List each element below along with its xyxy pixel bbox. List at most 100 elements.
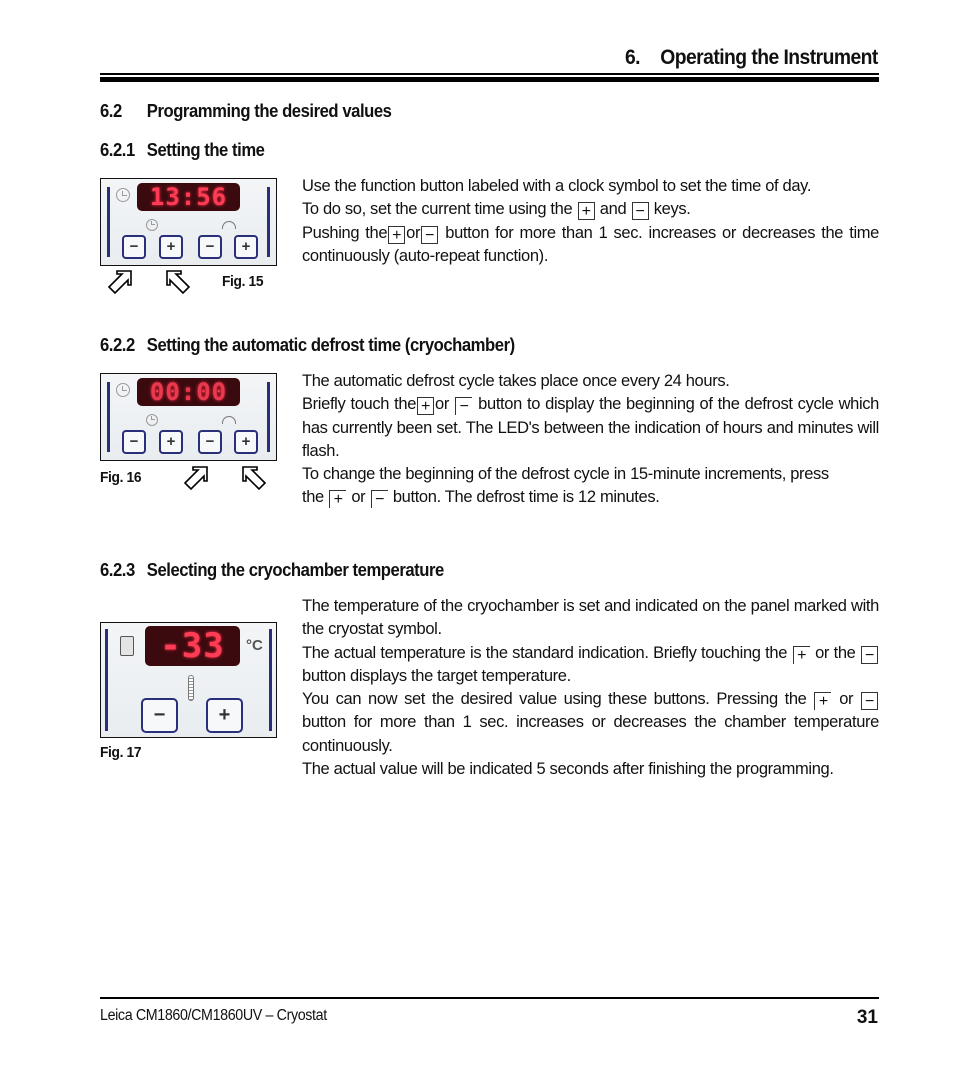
arrow-up-right-icon	[107, 270, 132, 295]
section-title: Setting the time	[146, 139, 265, 160]
text-run: keys.	[653, 200, 691, 219]
clock-icon	[116, 188, 130, 202]
paragraph: Use the function button labeled with a c…	[302, 177, 812, 195]
section-title: Setting the automatic defrost time (cryo…	[146, 334, 515, 355]
text-run: Briefly touch the	[302, 395, 417, 414]
chapter-number: 6.	[625, 46, 641, 69]
defrost-minus-button[interactable]: −	[198, 235, 222, 259]
paragraph: The automatic defrost cycle takes place …	[302, 372, 730, 390]
header-rule-thick	[100, 77, 879, 82]
paragraph: the + or − button. The defrost time is 1…	[302, 486, 879, 509]
time-display: 13:56	[137, 183, 240, 211]
figure-16-label: Fig. 16	[100, 469, 142, 486]
time-plus-button[interactable]: +	[159, 235, 183, 259]
defrost-plus-button[interactable]: +	[234, 235, 258, 259]
text-run: button. The defrost time is 12 minutes.	[392, 488, 660, 507]
cryostat-icon	[120, 636, 134, 656]
panel-edge-bar	[105, 629, 108, 731]
time-minus-button[interactable]: −	[122, 430, 146, 454]
text-run: or	[839, 690, 854, 709]
section-number: 6.2.2	[100, 334, 135, 355]
plus-key-icon: +	[329, 490, 347, 509]
section-6-2-1-text: Use the function button labeled with a c…	[302, 175, 879, 268]
figure-17-label: Fig. 17	[100, 744, 142, 761]
section-6-2-3-text: The temperature of the cryochamber is se…	[302, 595, 879, 781]
paragraph: To change the beginning of the defrost c…	[302, 465, 829, 484]
text-run: and	[599, 200, 627, 219]
plus-key-icon: +	[388, 225, 406, 244]
footer-product-name: Leica CM1860/CM1860UV – Cryostat	[100, 1007, 327, 1024]
text-run: The actual temperature is the standard i…	[302, 643, 788, 662]
defrost-plus-button[interactable]: +	[234, 430, 258, 454]
paragraph: Pushing the + or − button for more than 1 s…	[302, 222, 879, 269]
figure-15-control-panel: 13:56 − + − +	[100, 178, 277, 266]
text-run: or	[351, 488, 366, 507]
paragraph: You can now set the desired value using …	[302, 688, 879, 758]
clock-icon	[146, 219, 158, 231]
section-number: 6.2.1	[100, 139, 135, 160]
footer-rule	[100, 997, 879, 999]
paragraph: To do so, set the current time using the…	[302, 198, 879, 221]
minus-key-icon: −	[421, 225, 439, 244]
minus-key-icon: −	[455, 397, 473, 416]
minus-key-icon: −	[861, 692, 879, 711]
section-6-2-2-text: The automatic defrost cycle takes place …	[302, 370, 879, 510]
paragraph: The actual temperature is the standard i…	[302, 642, 879, 689]
paragraph: Briefly touch the + or − button to display…	[302, 393, 879, 463]
thermometer-icon	[188, 675, 194, 701]
plus-key-icon: +	[577, 202, 595, 221]
figure-16-control-panel: 00:00 − + − +	[100, 373, 277, 461]
arrow-up-right-icon	[183, 466, 208, 491]
text-run: You can now set the desired value using …	[302, 690, 807, 709]
paragraph: The temperature of the cryochamber is se…	[302, 597, 879, 639]
text-run: button for more than 1 sec. increases or…	[302, 713, 879, 755]
header-rule-thin	[100, 73, 879, 75]
panel-edge-bar	[267, 187, 270, 257]
figure-17-control-panel: -33 °C − +	[100, 622, 277, 738]
section-heading-6-2-2: 6.2.2 Setting the automatic defrost time …	[100, 334, 515, 356]
minus-key-icon: −	[370, 490, 388, 509]
section-title: Programming the desired values	[146, 100, 392, 121]
text-run: or	[406, 223, 421, 242]
temperature-minus-button[interactable]: −	[141, 698, 178, 733]
panel-edge-bar	[107, 382, 110, 452]
defrost-minus-button[interactable]: −	[198, 430, 222, 454]
minus-key-icon: −	[861, 645, 879, 664]
panel-edge-bar	[267, 382, 270, 452]
text-run: button displays the target temperature.	[302, 666, 571, 685]
defrost-icon	[222, 416, 236, 424]
clock-icon	[116, 383, 130, 397]
section-heading-6-2-3: 6.2.3 Selecting the cryochamber temperatu…	[100, 559, 444, 581]
panel-edge-bar	[269, 629, 272, 731]
paragraph: The actual value will be indicated 5 sec…	[302, 760, 834, 779]
chapter-heading: 6. Operating the Instrument	[625, 46, 878, 70]
panel-edge-bar	[107, 187, 110, 257]
defrost-time-display: 00:00	[137, 378, 240, 406]
time-minus-button[interactable]: −	[122, 235, 146, 259]
section-number: 6.2	[100, 100, 122, 121]
section-heading-6-2: 6.2 Programming the desired values	[100, 100, 392, 122]
temperature-display: -33	[145, 626, 240, 666]
text-run: or the	[815, 643, 856, 662]
section-heading-6-2-1: 6.2.1 Setting the time	[100, 139, 265, 161]
text-run: the	[302, 488, 324, 507]
section-title: Selecting the cryochamber temperature	[146, 559, 444, 580]
text-run: To do so, set the current time using the	[302, 200, 573, 219]
plus-key-icon: +	[814, 692, 832, 711]
figure-15-label: Fig. 15	[222, 273, 264, 290]
temperature-plus-button[interactable]: +	[206, 698, 243, 733]
plus-key-icon: +	[417, 397, 435, 416]
arrow-up-left-icon	[242, 466, 267, 491]
defrost-icon	[222, 221, 236, 229]
time-plus-button[interactable]: +	[159, 430, 183, 454]
page-number: 31	[856, 1007, 878, 1028]
text-run: or	[435, 395, 450, 414]
celsius-unit-label: °C	[246, 637, 263, 654]
text-run: Pushing the	[302, 223, 388, 242]
clock-icon	[146, 414, 158, 426]
chapter-title: Operating the Instrument	[660, 46, 878, 69]
plus-key-icon: +	[792, 645, 810, 664]
minus-key-icon: −	[631, 202, 649, 221]
section-number: 6.2.3	[100, 559, 135, 580]
arrow-up-left-icon	[166, 270, 191, 295]
